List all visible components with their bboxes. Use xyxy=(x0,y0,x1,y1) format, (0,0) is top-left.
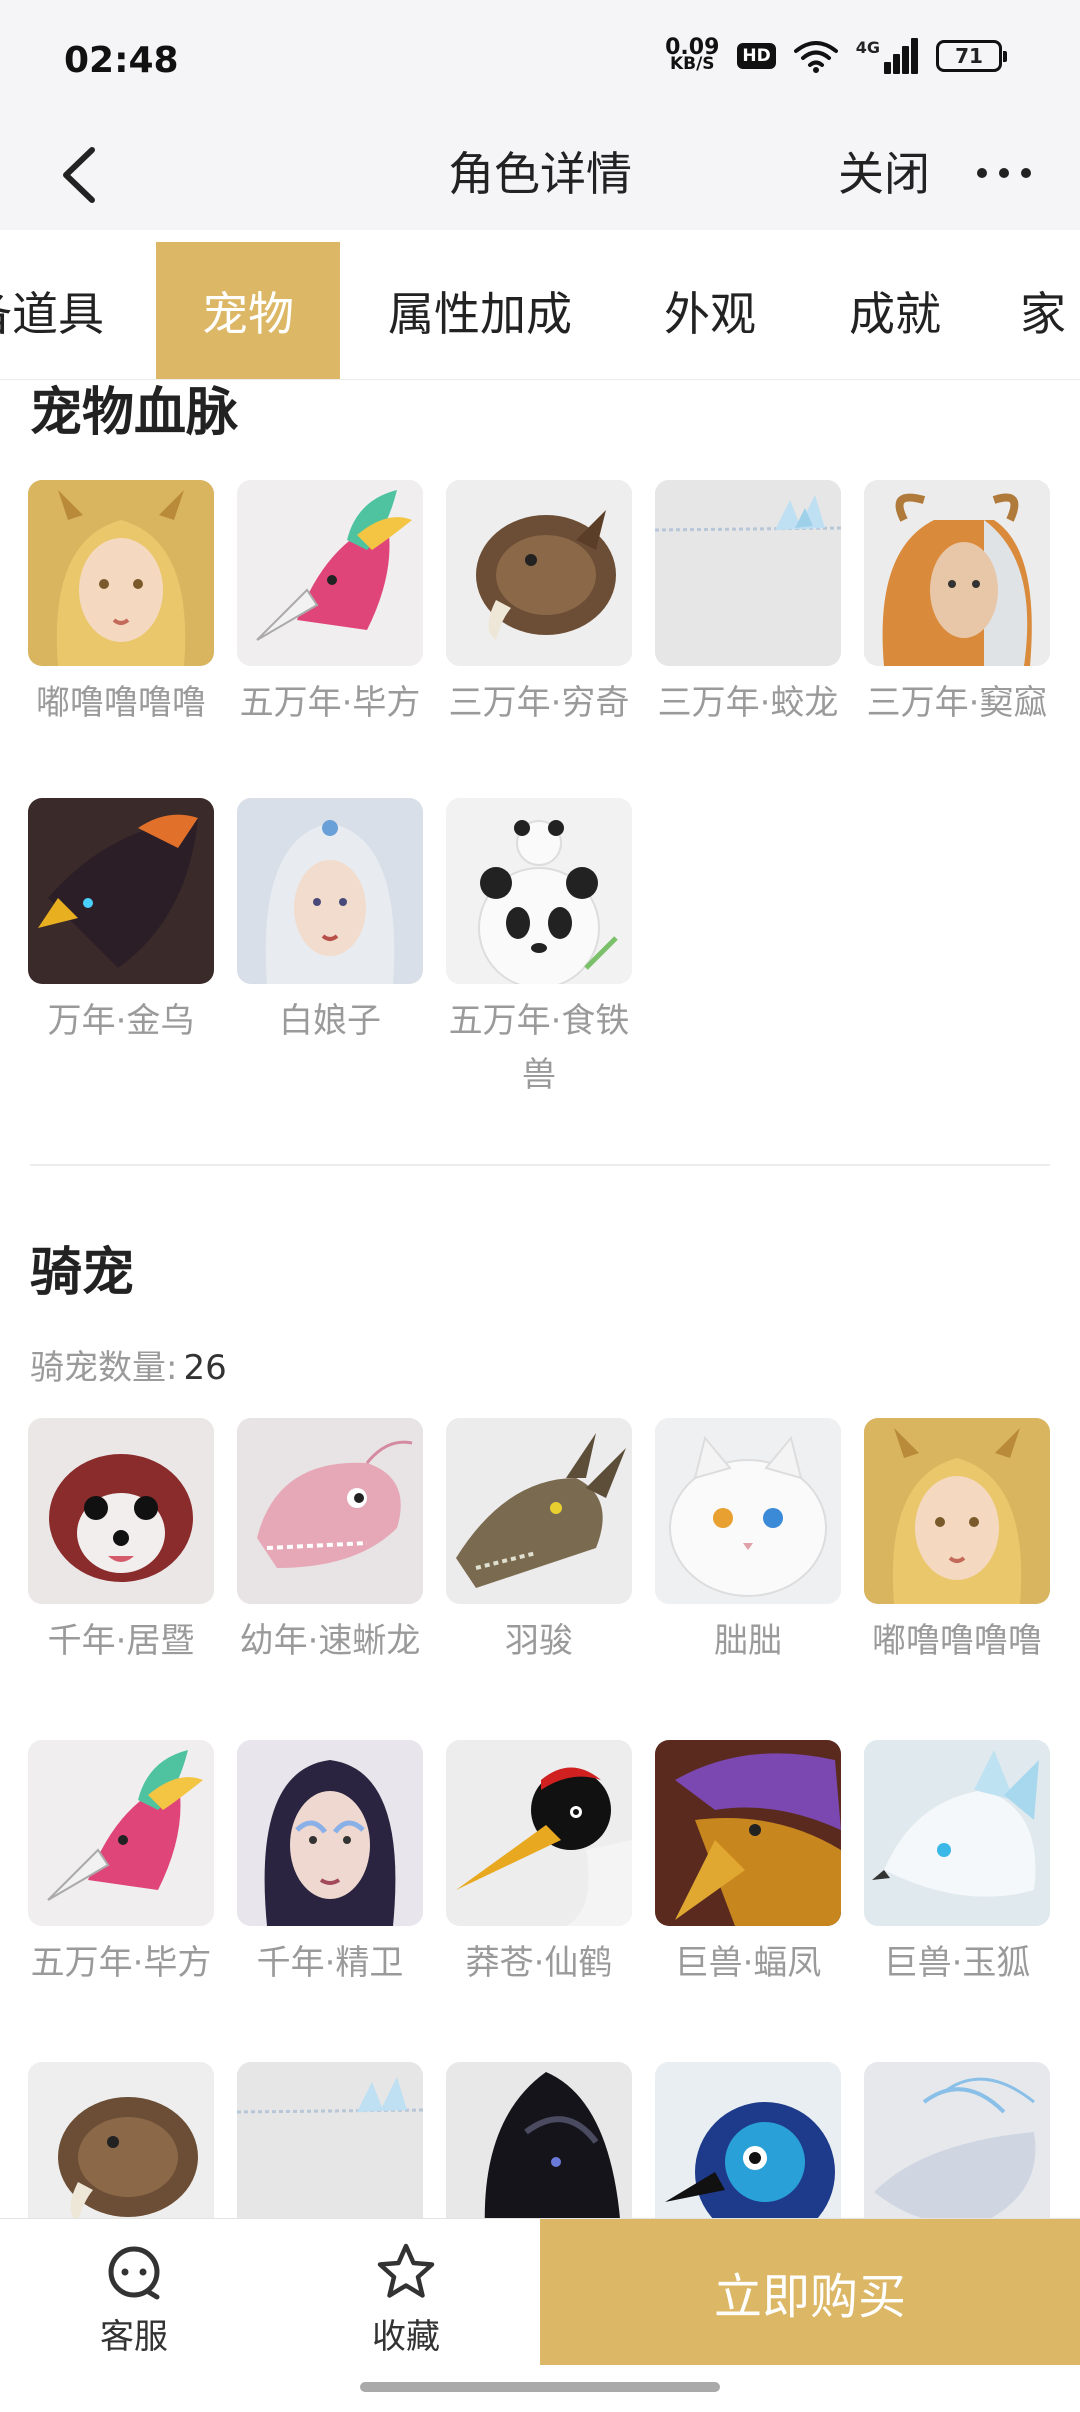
pet-name: 嘟噜噜噜噜 xyxy=(36,683,206,723)
golden-haired-girl-icon xyxy=(28,480,214,666)
customer-service-icon xyxy=(108,2246,160,2300)
golden-haired-girl-icon xyxy=(864,1418,1050,1604)
tab-pets[interactable]: 宠物 xyxy=(156,242,340,379)
pet-item[interactable]: 五万年·毕方 xyxy=(237,480,423,730)
pet-name: 三万年·穷奇 xyxy=(448,683,630,723)
battery-level: 71 xyxy=(955,44,983,68)
mount-name: 巨兽·玉狐 xyxy=(883,1943,1031,1983)
tab-appearance[interactable]: 外观 xyxy=(630,242,790,379)
section-divider xyxy=(30,1164,1050,1166)
hd-badge: HD xyxy=(737,43,776,69)
dragon-head-icon xyxy=(446,1418,632,1604)
mount-count: 骑宠数量: 26 xyxy=(30,1340,227,1389)
status-bar: 02:48 0.09 KB/S HD 4G 71 xyxy=(0,0,1080,120)
pet-bloodline-title: 宠物血脉 xyxy=(30,383,239,443)
pet-item[interactable]: 三万年·窫窳 xyxy=(864,480,1050,730)
pet-name: 五万年·食铁兽 xyxy=(448,1001,630,1095)
close-button[interactable]: 关闭 xyxy=(838,138,930,204)
pet-name: 白娘子 xyxy=(279,1001,381,1041)
status-icons: 0.09 KB/S HD 4G 71 xyxy=(665,37,1007,74)
tab-achievements[interactable]: 成就 xyxy=(820,242,970,379)
network-speed: 0.09 KB/S xyxy=(665,37,719,74)
tab-home[interactable]: 家 xyxy=(1020,242,1080,379)
mount-count-value: 26 xyxy=(183,1348,227,1388)
tab-attribute-bonus[interactable]: 属性加成 xyxy=(370,242,590,379)
mount-name: 莽苍·仙鹤 xyxy=(465,1943,613,1983)
yayu-horned-face-icon xyxy=(864,480,1050,666)
mount-name: 千年·精卫 xyxy=(256,1943,404,1983)
home-indicator xyxy=(360,2382,720,2392)
crane-icon xyxy=(446,1740,632,1926)
white-cat-icon xyxy=(655,1418,841,1604)
pet-name: 三万年·蛟龙 xyxy=(657,683,839,723)
pet-item[interactable]: 白娘子 xyxy=(237,798,423,1048)
mount-item[interactable]: 羽骏 xyxy=(446,1418,632,1668)
mounts-title: 骑宠 xyxy=(30,1243,135,1303)
tab-equipment[interactable]: 备道具 xyxy=(0,242,110,379)
cellular-signal-icon: 4G xyxy=(856,38,918,74)
pet-item[interactable]: 万年·金乌 xyxy=(28,798,214,1048)
pet-name: 五万年·毕方 xyxy=(239,683,421,723)
jiaolong-image-icon xyxy=(655,480,841,666)
mount-name: 千年·居暨 xyxy=(47,1621,195,1661)
bifang-bird-icon xyxy=(237,480,423,666)
customer-service-label: 客服 xyxy=(100,2317,168,2357)
mount-name: 羽骏 xyxy=(505,1621,573,1661)
battery-icon: 71 xyxy=(936,40,1007,72)
mount-item[interactable]: 巨兽·蝠凤 xyxy=(655,1740,841,1990)
jade-fox-icon xyxy=(864,1740,1050,1926)
favorite-button[interactable]: 收藏 xyxy=(316,2241,496,2358)
more-options-icon[interactable] xyxy=(974,158,1034,188)
mount-item[interactable]: 千年·精卫 xyxy=(237,1740,423,1990)
network-speed-unit: KB/S xyxy=(669,54,715,74)
mount-item[interactable]: 嘟噜噜噜噜 xyxy=(864,1418,1050,1668)
mount-name: 幼年·速蜥龙 xyxy=(239,1621,421,1661)
buy-now-button[interactable]: 立即购买 xyxy=(540,2219,1080,2365)
status-time: 02:48 xyxy=(64,40,179,81)
white-lady-icon xyxy=(237,798,423,984)
mount-name: 朏朏 xyxy=(714,1621,782,1661)
mount-count-label: 骑宠数量: xyxy=(30,1348,178,1388)
pink-raptor-icon xyxy=(237,1418,423,1604)
golden-crow-icon xyxy=(28,798,214,984)
customer-service-button[interactable]: 客服 xyxy=(44,2241,224,2358)
pet-name: 三万年·窫窳 xyxy=(866,683,1048,723)
pet-item[interactable]: 三万年·蛟龙 xyxy=(655,480,841,730)
mount-name: 五万年·毕方 xyxy=(30,1943,212,1983)
bat-phoenix-icon xyxy=(655,1740,841,1926)
bifang-bird-icon xyxy=(28,1740,214,1926)
pet-item[interactable]: 五万年·食铁兽 xyxy=(446,798,632,1102)
mount-name: 嘟噜噜噜噜 xyxy=(872,1621,1042,1661)
pet-name: 万年·金乌 xyxy=(47,1001,195,1041)
navigation-bar: 角色详情 关闭 xyxy=(0,120,1080,230)
mount-item[interactable]: 千年·居暨 xyxy=(28,1418,214,1668)
pet-item[interactable]: 三万年·穷奇 xyxy=(446,480,632,730)
jingwei-face-icon xyxy=(237,1740,423,1926)
category-tabs: 备道具 宠物 属性加成 外观 成就 家 xyxy=(0,242,1080,380)
red-hedgehog-icon xyxy=(28,1418,214,1604)
mount-name: 巨兽·蝠凤 xyxy=(674,1943,822,1983)
mount-item[interactable]: 巨兽·玉狐 xyxy=(864,1740,1050,1990)
mount-item[interactable]: 莽苍·仙鹤 xyxy=(446,1740,632,1990)
mount-item[interactable]: 五万年·毕方 xyxy=(28,1740,214,1990)
mount-item[interactable]: 幼年·速蜥龙 xyxy=(237,1418,423,1668)
wifi-icon xyxy=(793,41,838,73)
star-icon xyxy=(377,2243,435,2298)
mount-item[interactable]: 朏朏 xyxy=(655,1418,841,1668)
favorite-label: 收藏 xyxy=(372,2317,440,2357)
network-type: 4G xyxy=(855,38,880,57)
panda-icon xyxy=(446,798,632,984)
pet-item[interactable]: 嘟噜噜噜噜 xyxy=(28,480,214,730)
qiongqi-beast-icon xyxy=(446,480,632,666)
